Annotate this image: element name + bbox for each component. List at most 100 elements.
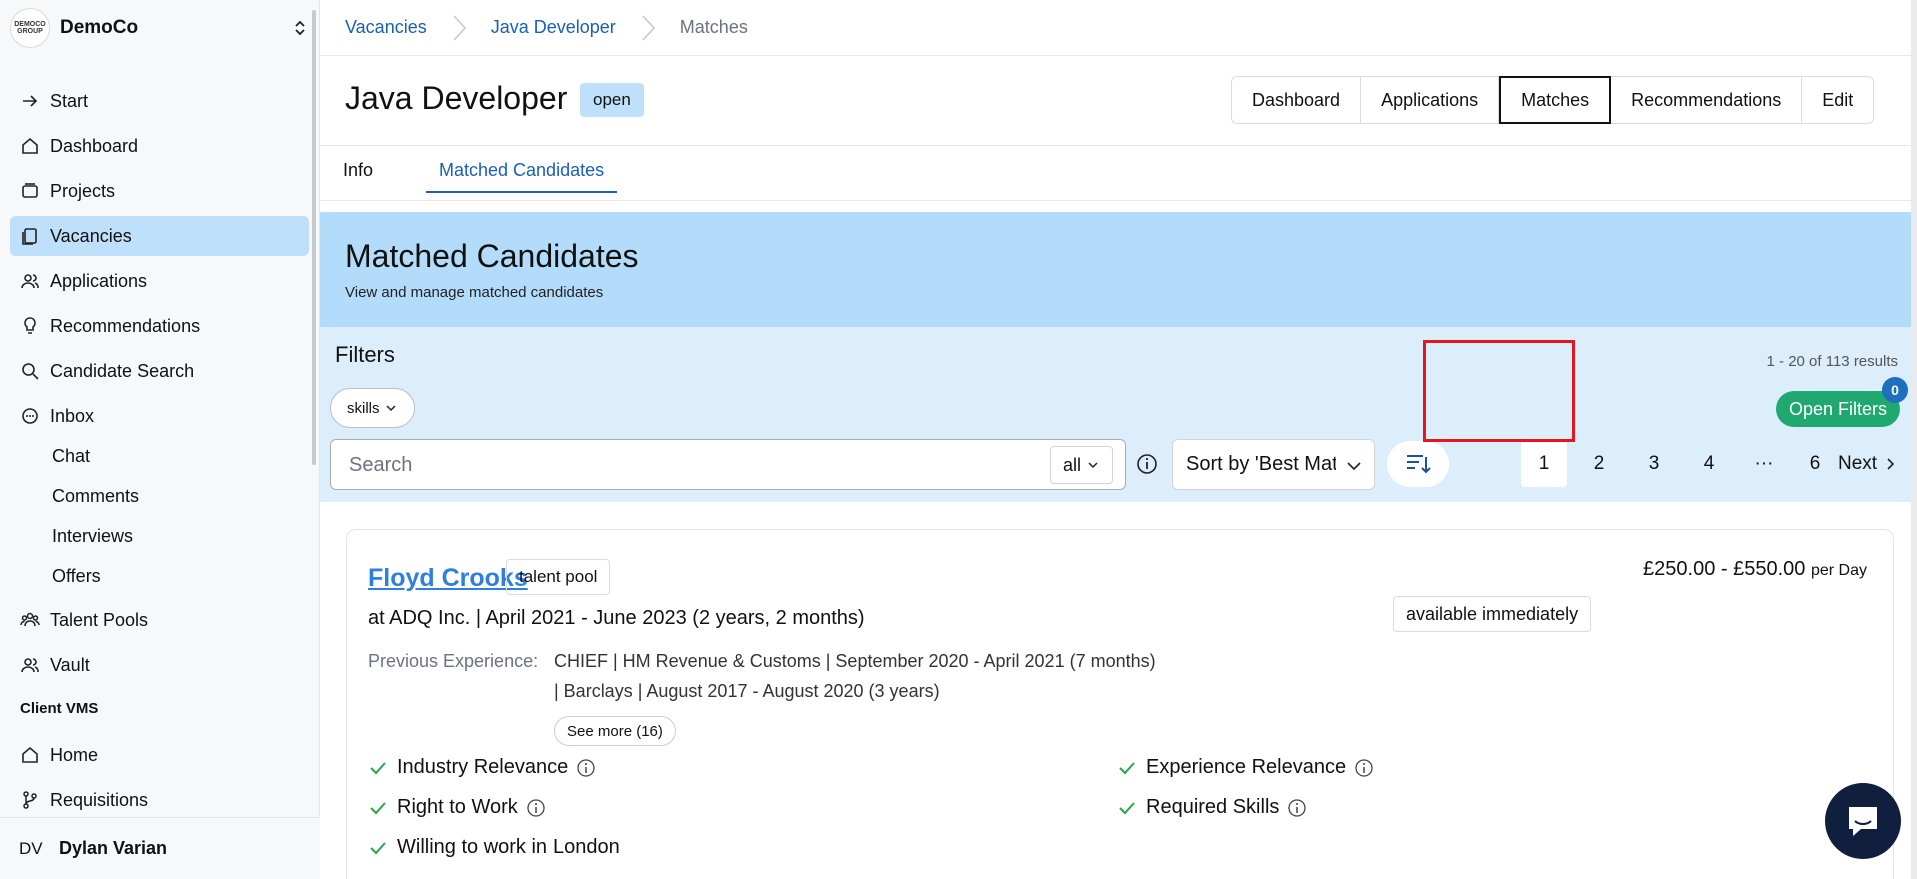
sidebar-scrollbar[interactable] [312, 10, 316, 465]
criterion-experience-relevance: Experience Relevance [1117, 756, 1374, 779]
candidate-name-link[interactable]: Floyd Crooks [368, 564, 528, 593]
rate-unit: per Day [1810, 562, 1867, 579]
current-job: at ADQ Inc. | April 2021 - June 2023 (2 … [368, 607, 865, 629]
home-icon [22, 746, 38, 763]
availability-badge: available immediately [1393, 596, 1592, 632]
info-icon[interactable] [1287, 798, 1307, 818]
sidebar-item-label: Projects [50, 180, 116, 201]
user-profile[interactable]: DV Dylan Varian [0, 817, 320, 879]
sidebar-item-dashboard[interactable]: Dashboard [10, 126, 309, 166]
sidebar-item-label: Vault [50, 654, 90, 675]
info-icon[interactable] [526, 798, 546, 818]
page-1-button[interactable]: 1 [1521, 441, 1567, 487]
page-ellipsis: ··· [1754, 453, 1774, 474]
sidebar-item-label: Recommendations [50, 315, 201, 336]
sidebar-item-recommendations[interactable]: Recommendations [10, 306, 309, 346]
sidebar-item-requisitions[interactable]: Requisitions [10, 780, 309, 820]
breadcrumb-vacancies[interactable]: Vacancies [345, 17, 427, 38]
sort-select[interactable]: Sort by 'Best Match' [1172, 439, 1375, 490]
info-icon[interactable] [1135, 452, 1159, 476]
applications-button[interactable]: Applications [1361, 77, 1500, 123]
sidebar-item-home[interactable]: Home [10, 735, 309, 775]
stack-icon [22, 183, 38, 198]
sidebar-item-vault[interactable]: Vault [10, 645, 309, 685]
users-icon [21, 274, 39, 289]
vacancy-nav-buttons: Dashboard Applications Matches Recommend… [1231, 76, 1875, 124]
sidebar-item-start[interactable]: Start [10, 81, 309, 121]
search-icon [22, 363, 39, 380]
matches-button[interactable]: Matches [1499, 76, 1612, 124]
previous-experience-item: | Barclays | August 2017 - August 2020 (… [554, 681, 940, 701]
filter-count-badge: 0 [1882, 377, 1908, 403]
main-content: Vacancies Java Developer Matches Java De… [320, 0, 1917, 879]
section-title: Matched Candidates [345, 238, 639, 274]
sidebar-item-candidate-search[interactable]: Candidate Search [10, 351, 309, 391]
criterion-label: Industry Relevance [397, 756, 569, 778]
chat-icon [22, 408, 38, 424]
open-filters-button[interactable]: Open Filters [1775, 391, 1900, 427]
section-header: Matched Candidates View and manage match… [320, 212, 1917, 327]
edit-button[interactable]: Edit [1802, 77, 1874, 123]
sidebar-item-label: Vacancies [50, 225, 132, 246]
chevron-up-down-icon [295, 20, 305, 36]
see-more-button[interactable]: See more (16) [554, 716, 676, 746]
breadcrumb-java-developer[interactable]: Java Developer [491, 17, 616, 38]
chevron-down-icon [1088, 462, 1098, 469]
info-icon[interactable] [576, 758, 596, 778]
sidebar-item-label: Inbox [50, 405, 95, 426]
sidebar-item-applications[interactable]: Applications [10, 261, 309, 301]
results-count: 1 - 20 of 113 results [1766, 353, 1898, 370]
sidebar-subitem-offers[interactable]: Offers [52, 561, 101, 591]
page-6-button[interactable]: 6 [1792, 441, 1838, 487]
sidebar-subitem-comments[interactable]: Comments [52, 481, 139, 511]
chat-widget-button[interactable] [1825, 783, 1901, 859]
breadcrumb-matches: Matches [679, 17, 748, 37]
recommendations-button[interactable]: Recommendations [1611, 77, 1803, 123]
users-group-icon [20, 612, 40, 627]
info-icon[interactable] [1354, 758, 1374, 778]
lightbulb-icon [24, 317, 36, 334]
search-input[interactable] [349, 452, 999, 478]
org-switcher[interactable]: DEMOCO GROUP DemoCo [10, 8, 310, 48]
check-icon [1119, 801, 1135, 814]
status-badge: open [580, 83, 644, 117]
sidebar-subitem-interviews[interactable]: Interviews [52, 521, 133, 551]
divider [320, 55, 1917, 56]
page-3-button[interactable]: 3 [1631, 441, 1677, 487]
tab-info[interactable]: Info [343, 160, 373, 192]
branch-icon [23, 791, 37, 809]
criterion-label: Experience Relevance [1146, 756, 1347, 778]
search-scope-select[interactable]: all [1049, 446, 1113, 484]
skills-filter-chip[interactable]: skills [330, 388, 415, 428]
users-icon [21, 658, 39, 673]
sidebar-item-label: Dashboard [50, 135, 139, 156]
sidebar-item-inbox[interactable]: Inbox [10, 396, 309, 436]
next-label: Next [1838, 453, 1878, 474]
page-4-button[interactable]: 4 [1686, 441, 1732, 487]
page-2-button[interactable]: 2 [1576, 441, 1622, 487]
sort-value: Sort by 'Best Match' [1186, 453, 1336, 475]
tab-matched-candidates[interactable]: Matched Candidates [426, 160, 618, 193]
divider [320, 200, 1917, 201]
page-scrollbar[interactable] [1911, 0, 1917, 879]
section-subtitle: View and manage matched candidates [345, 284, 604, 301]
divider [320, 145, 1917, 146]
search-scope-value: all [1062, 454, 1081, 475]
chevron-right-icon [1887, 458, 1895, 470]
chevron-right-icon [453, 14, 466, 41]
org-name: DemoCo [60, 17, 139, 38]
sidebar-item-talent-pools[interactable]: Talent Pools [10, 600, 309, 640]
candidate-card: Floyd Crooks talent pool at ADQ Inc. | A… [346, 529, 1894, 879]
sidebar-item-label: Start [50, 90, 89, 111]
sidebar-item-projects[interactable]: Projects [10, 171, 309, 211]
check-icon [370, 841, 386, 854]
sidebar-subitem-chat[interactable]: Chat [52, 441, 90, 471]
next-page-button[interactable]: Next [1838, 441, 1899, 487]
sort-direction-button[interactable] [1387, 441, 1449, 487]
dashboard-button[interactable]: Dashboard [1232, 77, 1362, 123]
page-title: Java Developer [345, 80, 568, 116]
sidebar-item-vacancies[interactable]: Vacancies [10, 216, 309, 256]
check-icon [370, 801, 386, 814]
avatar: DV [19, 838, 43, 858]
criterion-city: London [553, 836, 620, 858]
